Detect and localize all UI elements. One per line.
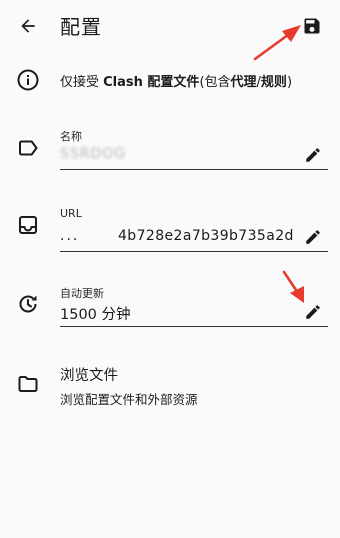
arrow-back-icon <box>21 19 35 33</box>
name-field[interactable]: SSRDOG <box>60 140 328 170</box>
inbox-tray-icon <box>19 216 37 234</box>
edit-url-button[interactable] <box>302 226 324 248</box>
update-field[interactable]: 1500 分钟 <box>60 297 328 327</box>
pencil-icon <box>306 230 320 244</box>
url-field-prefix: ... <box>60 228 80 244</box>
label-tag-icon <box>19 140 38 156</box>
save-floppy-icon <box>304 18 320 34</box>
pencil-icon <box>306 305 320 319</box>
browse-files-subtitle: 浏览配置文件和外部资源 <box>60 392 198 407</box>
update-clock-icon <box>19 295 37 313</box>
update-field-value: 1500 分钟 <box>60 307 131 323</box>
url-field-value: 4b728e2a7b39b735a2d <box>118 228 294 244</box>
info-text: 仅接受 Clash 配置文件(包含代理/规则) <box>60 75 293 90</box>
edit-name-button[interactable] <box>302 144 324 166</box>
back-button[interactable] <box>14 12 42 40</box>
url-field[interactable]: ... 4b728e2a7b39b735a2d <box>60 222 328 252</box>
url-field-label: URL <box>60 207 82 220</box>
page-title: 配置 <box>60 15 102 39</box>
pencil-icon <box>306 148 320 162</box>
name-field-value: SSRDOG <box>60 146 127 162</box>
save-button[interactable] <box>298 12 326 40</box>
edit-update-button[interactable] <box>302 301 324 323</box>
info-icon <box>17 69 39 91</box>
browse-files-title: 浏览文件 <box>60 368 118 384</box>
